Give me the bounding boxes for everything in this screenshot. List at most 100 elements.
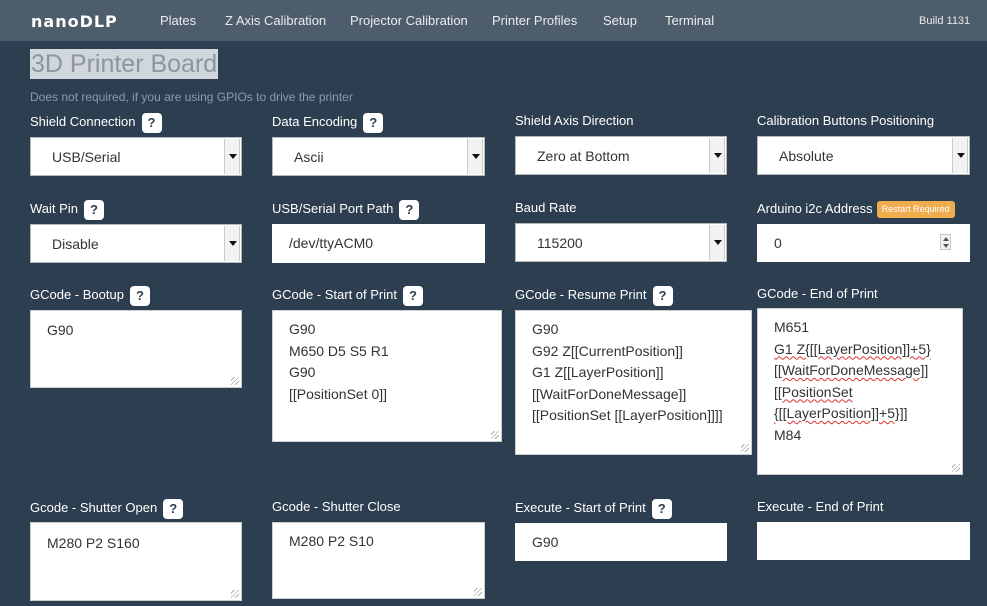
code-line: {[[LayerPosition]]+5}]] (774, 405, 908, 421)
code-line: [[PositionSet [[LayerPosition]]]] (532, 407, 723, 423)
help-icon[interactable]: ? (141, 112, 162, 133)
code-line: M650 D5 S5 R1 (289, 342, 389, 359)
dropdown-arrow-icon[interactable] (467, 139, 483, 174)
shield-axis-direction-label: Shield Axis Direction (515, 113, 634, 128)
nav-item-terminal[interactable]: Terminal (665, 13, 714, 28)
usb-serial-port-path-label-text: USB/Serial Port Path (272, 201, 394, 216)
gcode-resume-print-label: GCode - Resume Print? (515, 284, 673, 306)
execute-start-of-print-label: Execute - Start of Print? (515, 497, 672, 519)
resize-grip-icon[interactable] (741, 444, 749, 452)
wait-pin-label: Wait Pin? (30, 198, 104, 220)
data-encoding-label: Data Encoding? (272, 111, 384, 133)
top-navbar: nanoDLP Plates Z Axis Calibration Projec… (0, 0, 987, 41)
usb-serial-port-path-input[interactable]: /dev/ttyACM0 (272, 224, 485, 263)
page-subtitle: Does not required, if you are using GPIO… (30, 90, 353, 104)
nav-item-projector-calibration[interactable]: Projector Calibration (350, 13, 468, 28)
nav-item-plates[interactable]: Plates (160, 13, 196, 28)
nanodlp-logo[interactable]: nanoDLP (31, 12, 118, 31)
execute-start-of-print-label-text: Execute - Start of Print (515, 500, 646, 515)
shield-connection-label: Shield Connection? (30, 111, 162, 133)
nav-item-printer-profiles[interactable]: Printer Profiles (492, 13, 577, 28)
gcode-start-of-print-label-text: GCode - Start of Print (272, 287, 397, 302)
shield-axis-direction-select[interactable]: Zero at Bottom (515, 136, 727, 175)
code-line: M280 P2 S10 (289, 533, 374, 549)
gcode-shutter-close-textarea[interactable]: M280 P2 S10 (272, 522, 485, 599)
gcode-shutter-open-label: Gcode - Shutter Open? (30, 497, 184, 519)
resize-grip-icon[interactable] (952, 464, 960, 472)
baud-rate-value: 115200 (537, 235, 583, 251)
code-line: G1 Z{[[LayerPosition]]+5} (774, 340, 931, 357)
usb-serial-port-path-label: USB/Serial Port Path? (272, 198, 420, 220)
wait-pin-select[interactable]: Disable (30, 224, 242, 263)
gcode-shutter-open-textarea[interactable]: M280 P2 S160 (30, 522, 242, 601)
shield-connection-label-text: Shield Connection (30, 114, 136, 129)
wait-pin-label-text: Wait Pin (30, 201, 78, 216)
arduino-i2c-address-input[interactable]: 0 (757, 224, 970, 262)
shield-axis-direction-value: Zero at Bottom (537, 148, 630, 164)
help-icon[interactable]: ? (651, 498, 672, 519)
usb-serial-port-path-value: /dev/ttyACM0 (289, 235, 374, 251)
calibration-buttons-positioning-label: Calibration Buttons Positioning (757, 113, 935, 128)
execute-start-of-print-value: G90 (532, 534, 559, 550)
code-line: G90 (289, 321, 316, 337)
number-spinner-icon[interactable] (940, 234, 951, 250)
dropdown-arrow-icon[interactable] (224, 226, 240, 261)
gcode-bootup-textarea[interactable]: G90 (30, 310, 242, 388)
shield-connection-value: USB/Serial (52, 149, 121, 165)
code-line: [[WaitForDoneMessage]] (532, 385, 687, 402)
gcode-end-of-print-label: GCode - End of Print (757, 286, 878, 301)
gcode-bootup-label-text: GCode - Bootup (30, 287, 124, 302)
help-icon[interactable]: ? (652, 285, 673, 306)
dropdown-arrow-icon[interactable] (224, 139, 240, 174)
baud-rate-select[interactable]: 115200 (515, 223, 727, 262)
execute-end-of-print-label: Execute - End of Print (757, 499, 884, 514)
dropdown-arrow-icon[interactable] (709, 138, 725, 173)
wait-pin-value: Disable (52, 236, 99, 252)
gcode-shutter-open-label-text: Gcode - Shutter Open (30, 500, 158, 515)
arduino-i2c-address-label-text: Arduino i2c Address (757, 201, 873, 216)
code-line: M280 P2 S160 (47, 535, 140, 551)
resize-grip-icon[interactable] (491, 431, 499, 439)
help-icon[interactable]: ? (163, 498, 184, 519)
help-icon[interactable]: ? (403, 285, 423, 306)
code-line: [[PositionSet 0]] (289, 385, 388, 402)
dropdown-arrow-icon[interactable] (709, 225, 725, 260)
resize-grip-icon[interactable] (231, 590, 239, 598)
gcode-shutter-close-label: Gcode - Shutter Close (272, 499, 401, 514)
code-line: G90 (47, 322, 74, 338)
help-icon[interactable]: ? (363, 112, 384, 133)
resize-grip-icon[interactable] (231, 377, 239, 385)
nav-item-setup[interactable]: Setup (603, 13, 637, 28)
code-line: M651 (774, 319, 810, 335)
page-title: 3D Printer Board (30, 49, 219, 79)
calibration-buttons-positioning-value: Absolute (779, 148, 834, 164)
help-icon[interactable]: ? (83, 199, 104, 220)
resize-grip-icon[interactable] (474, 588, 482, 596)
help-icon[interactable]: ? (399, 199, 420, 220)
restart-required-badge: Restart Required (876, 201, 955, 219)
execute-start-of-print-input[interactable]: G90 (515, 523, 727, 561)
code-line: M84 (774, 426, 802, 443)
code-line: [[PositionSet (774, 383, 853, 400)
arduino-i2c-address-value: 0 (774, 235, 782, 251)
gcode-resume-print-label-text: GCode - Resume Print (515, 287, 647, 302)
execute-end-of-print-input[interactable] (757, 522, 970, 560)
arduino-i2c-address-label: Arduino i2c Address Restart Required (757, 198, 955, 220)
data-encoding-value: Ascii (294, 149, 324, 165)
gcode-bootup-label: GCode - Bootup? (30, 284, 150, 306)
dropdown-arrow-icon[interactable] (952, 138, 968, 173)
gcode-end-of-print-textarea[interactable]: M651 G1 Z{[[LayerPosition]]+5} [[WaitFor… (757, 308, 963, 475)
code-line: G1 Z[[LayerPosition]] (532, 364, 664, 380)
shield-connection-select[interactable]: USB/Serial (30, 137, 242, 176)
code-line: G90 (289, 364, 316, 380)
help-icon[interactable]: ? (129, 285, 150, 306)
data-encoding-select[interactable]: Ascii (272, 137, 485, 176)
gcode-start-of-print-textarea[interactable]: G90 M650 D5 S5 R1 G90 [[PositionSet 0]] (272, 310, 502, 442)
nav-item-z-axis-calibration[interactable]: Z Axis Calibration (225, 13, 326, 28)
gcode-start-of-print-label: GCode - Start of Print? (272, 284, 423, 306)
calibration-buttons-positioning-select[interactable]: Absolute (757, 136, 970, 175)
build-number: Build 1131 (919, 15, 971, 27)
baud-rate-label: Baud Rate (515, 200, 577, 215)
gcode-resume-print-textarea[interactable]: G90 G92 Z[[CurrentPosition]] G1 Z[[Layer… (515, 310, 752, 455)
code-line: G90 (532, 321, 559, 337)
